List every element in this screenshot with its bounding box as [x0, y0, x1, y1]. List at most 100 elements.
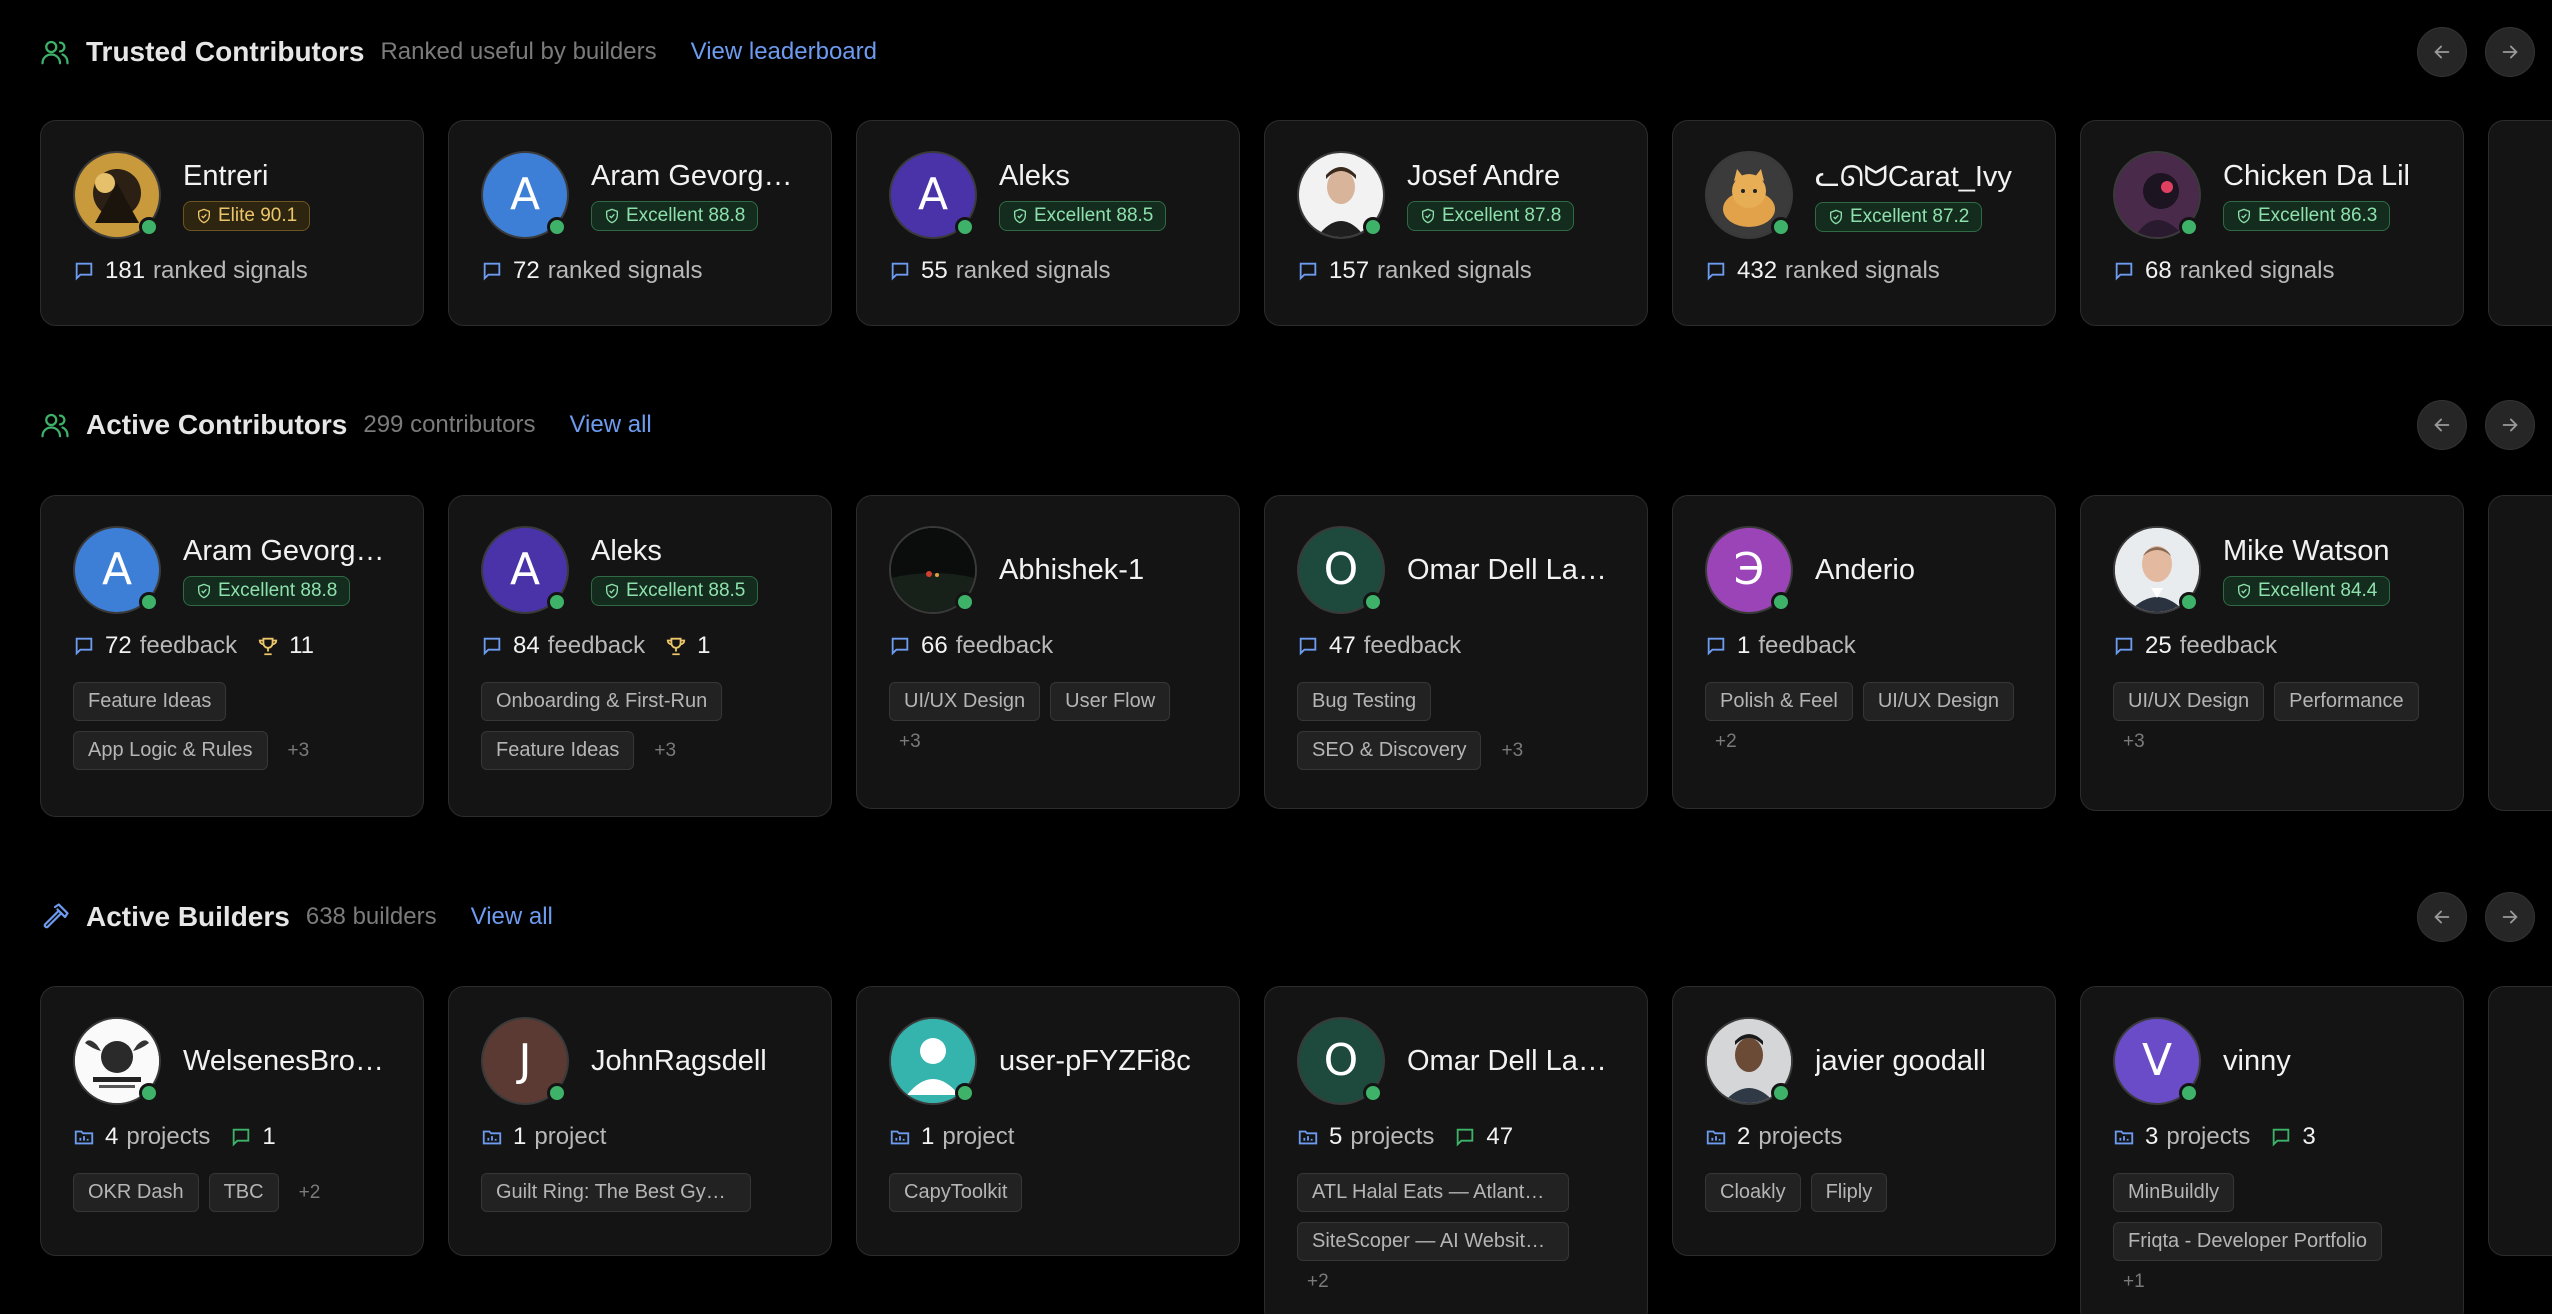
section-header: Active Builders 638 builders View all — [36, 887, 553, 947]
tag[interactable]: User Flow — [1050, 682, 1171, 721]
signals-stat: 181 ranked signals — [73, 257, 391, 285]
feedback-count: 47 — [1329, 632, 1356, 659]
comment-icon — [233, 1128, 250, 1147]
builder-card[interactable]: WelsenesBrothers 4 projects 1 OKR Dash TB… — [40, 986, 424, 1256]
avatar-initial: O — [1323, 1035, 1359, 1086]
contributor-card[interactable]: ᓚᘏᗢCarat_Ivy Excellent 87.2 432 ranked si… — [1672, 120, 2056, 326]
avatar: V — [2113, 1017, 2201, 1105]
online-indicator — [1363, 217, 1383, 237]
builder-name: JohnRagsdell — [591, 1044, 767, 1077]
folder-icon — [1706, 1130, 1726, 1145]
avatar — [2113, 526, 2201, 614]
online-indicator — [2179, 1083, 2199, 1103]
online-indicator — [1771, 592, 1791, 612]
tag[interactable]: Bug Testing — [1297, 682, 1432, 721]
view-leaderboard-link[interactable]: View leaderboard — [691, 38, 877, 66]
contributor-card[interactable]: A Aleks Excellent 88.5 84 feedback 1 Onbo… — [448, 495, 832, 817]
badge-label: Excellent 88.5 — [1034, 204, 1154, 226]
contributor-card[interactable]: A Aram Gevorgyan Excellent 88.8 72 ranked… — [448, 120, 832, 326]
feedback-label: feedback — [1363, 632, 1462, 659]
scroll-left-button[interactable] — [2417, 400, 2467, 450]
badge-label: Excellent 88.8 — [218, 579, 338, 601]
contributor-card[interactable]: Josef Andre Excellent 87.8 157 ranked sig… — [1264, 120, 1648, 326]
online-indicator — [955, 217, 975, 237]
contributor-card[interactable]: Mike Watson Excellent 84.4 25 feedback UI… — [2080, 495, 2464, 811]
more-tags-count: +2 — [1715, 731, 1737, 752]
contributor-card[interactable]: A Aleks Excellent 88.5 55 ranked signals — [856, 120, 1240, 326]
folder-icon — [2114, 1130, 2134, 1145]
contributor-card[interactable]: Abhishek-1 66 feedback UI/UX Design User … — [856, 495, 1240, 809]
project-tag[interactable]: Friqta - Developer Portfolio — [2113, 1222, 2382, 1261]
builder-stats: 4 projects 1 — [73, 1123, 391, 1151]
builder-card[interactable]: O Omar Dell Laptop 5 projects 47 ATL Hala… — [1264, 986, 1648, 1314]
tag[interactable]: Feature Ideas — [481, 731, 635, 770]
project-tag[interactable]: Guilt Ring: The Best Gym App — [481, 1173, 751, 1212]
feedback-count: 66 — [921, 632, 948, 659]
tag-list: Bug Testing SEO & Discovery +3 — [1297, 682, 1615, 770]
tag[interactable]: SEO & Discovery — [1297, 731, 1482, 770]
shield-check-icon — [1014, 208, 1026, 223]
project-tag[interactable]: CapyToolkit — [889, 1173, 1023, 1212]
avatar: A — [481, 151, 569, 239]
signals-label: ranked signals — [2179, 257, 2335, 284]
scroll-left-button[interactable] — [2417, 27, 2467, 77]
builder-name: user-pFYZFi8c — [999, 1044, 1191, 1077]
contributor-card[interactable]: Chicken Da Lil Excellent 86.3 68 ranked s… — [2080, 120, 2464, 326]
builder-stats: 5 projects 47 — [1297, 1123, 1615, 1151]
score-badge: Excellent 87.8 — [1407, 200, 1575, 231]
view-all-link[interactable]: View all — [569, 411, 651, 439]
online-indicator — [1363, 1083, 1383, 1103]
avatar — [73, 1017, 161, 1105]
next-card-peek[interactable] — [2488, 986, 2552, 1256]
project-tag[interactable]: Cloakly — [1705, 1173, 1801, 1212]
contributor-name: Entreri — [183, 159, 269, 192]
next-card-peek[interactable] — [2488, 120, 2552, 326]
scroll-right-button[interactable] — [2485, 27, 2535, 77]
project-tag[interactable]: SiteScoper — AI Website Audit — [1297, 1222, 1569, 1261]
feedback-label: feedback — [955, 632, 1054, 659]
scroll-left-button[interactable] — [2417, 892, 2467, 942]
online-indicator — [1771, 1083, 1791, 1103]
builder-card[interactable]: V vinny 3 projects 3 MinBuildly Friqta - … — [2080, 986, 2464, 1314]
project-tag[interactable]: ATL Halal Eats — Atlanta Guide — [1297, 1173, 1569, 1212]
tag[interactable]: Feature Ideas — [73, 682, 227, 721]
message-icon — [1299, 637, 1317, 656]
builder-stats: 2 projects — [1705, 1123, 2023, 1151]
message-icon — [891, 637, 909, 656]
projects-label: projects — [1350, 1123, 1435, 1150]
avatar-initial: A — [917, 169, 949, 220]
tag[interactable]: App Logic & Rules — [73, 731, 268, 770]
feedback-label: feedback — [1758, 632, 1856, 659]
message-icon — [483, 637, 501, 656]
contributor-card[interactable]: A Aram Gevorgyan Excellent 88.8 72 feedba… — [40, 495, 424, 817]
contributor-card[interactable]: O Omar Dell Laptop 47 feedback Bug Testin… — [1264, 495, 1648, 809]
avatar — [2113, 151, 2201, 239]
builder-card[interactable]: J JohnRagsdell 1 project Guilt Ring: The … — [448, 986, 832, 1256]
contributor-card[interactable]: Э Anderio 1 feedback Polish & Feel UI/UX … — [1672, 495, 2056, 809]
next-card-peek[interactable] — [2488, 495, 2552, 811]
project-tag[interactable]: TBC — [208, 1173, 279, 1212]
tag[interactable]: UI/UX Design — [889, 682, 1041, 721]
view-all-link[interactable]: View all — [471, 903, 553, 931]
feedback-stats: 47 feedback — [1297, 632, 1615, 660]
tag[interactable]: Performance — [2274, 682, 2419, 721]
project-tag[interactable]: MinBuildly — [2113, 1173, 2235, 1212]
signals-stat: 68 ranked signals — [2113, 257, 2431, 285]
tag[interactable]: Polish & Feel — [1705, 682, 1853, 721]
project-tag[interactable]: OKR Dash — [73, 1173, 199, 1212]
message-icon — [75, 637, 93, 656]
tag[interactable]: UI/UX Design — [1862, 682, 2014, 721]
scroll-right-button[interactable] — [2485, 892, 2535, 942]
tag[interactable]: Onboarding & First-Run — [481, 682, 723, 721]
feedback-count: 72 — [105, 632, 132, 659]
contributor-card[interactable]: Entreri Elite 90.1 181 ranked signals — [40, 120, 424, 326]
tag[interactable]: UI/UX Design — [2113, 682, 2265, 721]
scroll-right-button[interactable] — [2485, 400, 2535, 450]
builder-card[interactable]: user-pFYZFi8c 1 project CapyToolkit — [856, 986, 1240, 1256]
arrow-right-icon — [2502, 910, 2518, 924]
message-icon — [891, 262, 909, 281]
project-tag[interactable]: Fliply — [1810, 1173, 1888, 1212]
contributor-name: Chicken Da Lil — [2223, 159, 2410, 192]
builder-card[interactable]: javier goodall 2 projects Cloakly Fliply — [1672, 986, 2056, 1256]
online-indicator — [547, 1083, 567, 1103]
